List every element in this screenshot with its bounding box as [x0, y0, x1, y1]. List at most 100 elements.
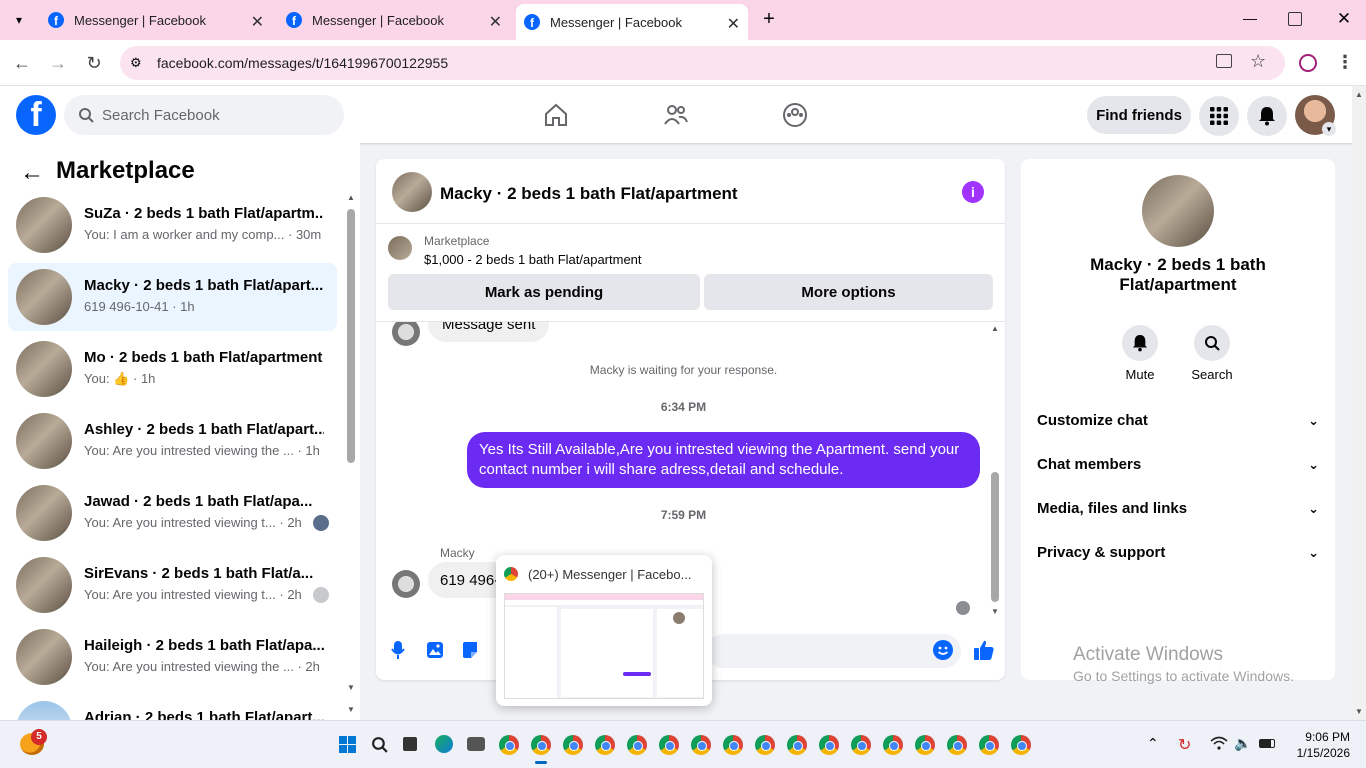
search-in-chat-button[interactable]: Search [1189, 325, 1235, 382]
chat-title[interactable]: Macky · 2 beds 1 bath Flat/apartment [440, 184, 738, 204]
friends-icon[interactable] [663, 103, 689, 127]
chat-members-row[interactable]: Chat members ⌄ [1037, 456, 1319, 473]
minimize-button[interactable]: — [1240, 10, 1260, 30]
conversation-item[interactable]: SirEvans · 2 beds 1 bath Flat/a... You: … [8, 551, 337, 619]
privacy-support-row[interactable]: Privacy & support ⌄ [1037, 544, 1319, 561]
conversation-item[interactable]: Jawad · 2 beds 1 bath Flat/apa... You: A… [8, 479, 337, 547]
info-icon[interactable]: i [962, 181, 984, 203]
reload-button[interactable]: ↻ [81, 50, 107, 76]
facebook-search-input[interactable]: Search Facebook [64, 95, 344, 135]
message-scrollbar[interactable]: ▲ ▼ [990, 322, 1000, 622]
close-tab-icon[interactable]: ✕ [727, 14, 740, 34]
conversation-item[interactable]: SuZa · 2 beds 1 bath Flat/apartm... You:… [8, 191, 337, 259]
mute-label: Mute [1125, 367, 1155, 382]
chrome-taskbar-icon[interactable] [883, 735, 903, 755]
more-options-button[interactable]: More options [704, 274, 993, 310]
browser-tab-1[interactable]: f Messenger | Facebook ✕ [42, 6, 272, 34]
chrome-taskbar-icon[interactable] [627, 735, 647, 755]
chrome-menu-icon[interactable]: ⋮ [1336, 52, 1354, 73]
conversation-name: Haileigh · 2 beds 1 bath Flat/apa... [84, 637, 324, 654]
listing-avatar [16, 269, 72, 325]
conversation-preview: You: Are you intrested viewing the ... [84, 443, 294, 458]
chrome-taskbar-icon[interactable] [499, 735, 519, 755]
close-window-button[interactable]: ✕ [1334, 9, 1354, 29]
windows-start-icon[interactable] [339, 736, 356, 753]
chevron-down-icon: ⌄ [1308, 456, 1319, 472]
sync-icon[interactable]: ↻ [1178, 735, 1191, 755]
omnibox[interactable]: ⚙ facebook.com/messages/t/16419967001229… [120, 46, 1285, 80]
groups-icon[interactable] [782, 102, 808, 128]
chrome-taskbar-icon[interactable] [819, 735, 839, 755]
profile-icon[interactable] [1299, 54, 1317, 72]
conversation-item[interactable]: Mo · 2 beds 1 bath Flat/apartment You: 👍… [8, 335, 337, 403]
bookmark-star-icon[interactable]: ☆ [1250, 51, 1266, 72]
chrome-taskbar-icon-active[interactable] [531, 735, 551, 755]
chrome-taskbar-icon[interactable] [851, 735, 871, 755]
back-arrow-icon[interactable]: ← [20, 159, 44, 187]
outgoing-message: Yes Its Still Available,Are you intreste… [467, 432, 980, 488]
chrome-taskbar-icon[interactable] [595, 735, 615, 755]
chat-header-avatar[interactable] [392, 172, 432, 212]
conversation-name: SuZa · 2 beds 1 bath Flat/apartm... [84, 205, 324, 222]
chrome-taskbar-icon[interactable] [1011, 735, 1031, 755]
back-button[interactable]: ← [9, 50, 35, 76]
task-view-icon[interactable] [403, 737, 417, 751]
sticker-icon[interactable] [461, 641, 479, 659]
message-input[interactable] [706, 634, 961, 668]
chrome-taskbar-icon[interactable] [915, 735, 935, 755]
customize-chat-row[interactable]: Customize chat ⌄ [1037, 412, 1319, 429]
section-label: Media, files and links [1037, 500, 1188, 517]
chrome-taskbar-icon[interactable] [947, 735, 967, 755]
close-tab-icon[interactable]: ✕ [251, 12, 264, 32]
like-thumbs-up-icon[interactable] [973, 639, 995, 661]
tab-search-button[interactable]: ▾ [8, 9, 30, 31]
browser-tab-2[interactable]: f Messenger | Facebook ✕ [280, 6, 510, 34]
close-tab-icon[interactable]: ✕ [489, 12, 502, 32]
clock-time[interactable]: 9:06 PM [1290, 730, 1350, 744]
account-chevron-icon[interactable]: ▾ [1322, 122, 1336, 136]
conversation-item-selected[interactable]: Macky · 2 beds 1 bath Flat/apart... 619 … [8, 263, 337, 331]
microphone-icon[interactable] [390, 640, 406, 660]
battery-icon[interactable] [1259, 739, 1275, 748]
chrome-taskbar-icon[interactable] [787, 735, 807, 755]
notifications-button[interactable] [1247, 96, 1287, 136]
find-friends-button[interactable]: Find friends [1087, 96, 1191, 134]
wifi-icon[interactable] [1210, 735, 1228, 751]
mute-button[interactable]: Mute [1120, 325, 1160, 382]
volume-icon[interactable]: 🔈 [1234, 735, 1251, 752]
install-app-icon[interactable] [1216, 54, 1232, 68]
browser-tab-3-active[interactable]: f Messenger | Facebook ✕ [516, 4, 748, 40]
url-text[interactable]: facebook.com/messages/t/1641996700122955 [157, 55, 448, 71]
conversation-item[interactable]: Ashley · 2 beds 1 bath Flat/apart... You… [8, 407, 337, 475]
camera-app-icon[interactable] [467, 737, 485, 751]
edge-icon[interactable] [435, 735, 453, 753]
maximize-button[interactable] [1288, 12, 1302, 26]
chrome-taskbar-icon[interactable] [691, 735, 711, 755]
listing-avatar [16, 485, 72, 541]
menu-grid-button[interactable] [1199, 96, 1239, 136]
chrome-taskbar-icon[interactable] [755, 735, 775, 755]
chrome-taskbar-icon[interactable] [563, 735, 583, 755]
show-hidden-icons-chevron-icon[interactable]: ⌃ [1147, 735, 1159, 752]
conversation-item[interactable]: Haileigh · 2 beds 1 bath Flat/apa... You… [8, 623, 337, 691]
mark-as-pending-button[interactable]: Mark as pending [388, 274, 700, 310]
home-icon[interactable] [543, 103, 569, 127]
site-settings-icon[interactable]: ⚙ [130, 55, 142, 71]
page-scrollbar[interactable]: ▲ ▼ [1352, 86, 1366, 720]
profile-picture[interactable] [1142, 175, 1214, 247]
chrome-taskbar-icon[interactable] [979, 735, 999, 755]
photo-icon[interactable] [426, 641, 444, 659]
chrome-taskbar-icon[interactable] [659, 735, 679, 755]
conversation-item[interactable]: Adrian · 2 beds 1 bath Flat/apart... [8, 695, 337, 720]
media-files-links-row[interactable]: Media, files and links ⌄ [1037, 500, 1319, 517]
forward-button[interactable]: → [45, 50, 71, 76]
emoji-icon[interactable] [933, 640, 953, 660]
new-tab-button[interactable]: + [758, 8, 780, 30]
conversation-preview: You: [84, 371, 110, 386]
facebook-logo-icon[interactable]: f [16, 95, 56, 135]
chrome-taskbar-icon[interactable] [723, 735, 743, 755]
sidebar-scrollbar[interactable]: ▲ ▼ ▼ [346, 193, 356, 717]
search-icon[interactable] [371, 736, 388, 753]
search-icon [1205, 336, 1220, 351]
clock-date[interactable]: 1/15/2026 [1280, 746, 1350, 760]
